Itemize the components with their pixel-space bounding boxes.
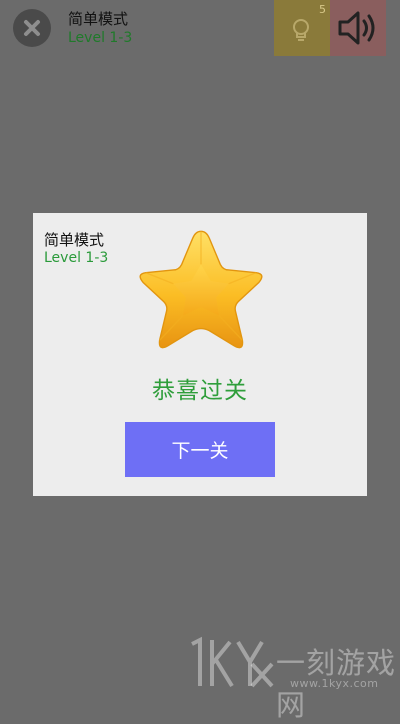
watermark-url: www.1kyx.com (290, 677, 379, 690)
dialog-mode-title: 简单模式 (44, 231, 105, 249)
dialog-level-label: Level 1-3 (44, 250, 109, 266)
header-mode-title: 简单模式 (68, 10, 129, 28)
hint-button[interactable]: 5 (274, 0, 330, 56)
close-icon (24, 20, 40, 36)
level-complete-dialog: 简单模式 Level 1-3 恭喜过关 下一关 (33, 213, 367, 496)
lightbulb-icon (293, 19, 309, 41)
header-level-label: Level 1-3 (68, 30, 133, 46)
hint-count-badge: 5 (319, 3, 326, 16)
star-icon (139, 230, 263, 349)
speaker-icon (338, 11, 375, 45)
sound-button[interactable] (330, 0, 386, 56)
watermark-logo (191, 636, 274, 688)
level-complete-message: 恭喜过关 (152, 378, 248, 404)
next-level-button[interactable]: 下一关 (125, 422, 275, 477)
top-bar: 简单模式 Level 1-3 5 (0, 0, 400, 56)
close-button[interactable] (13, 9, 51, 47)
